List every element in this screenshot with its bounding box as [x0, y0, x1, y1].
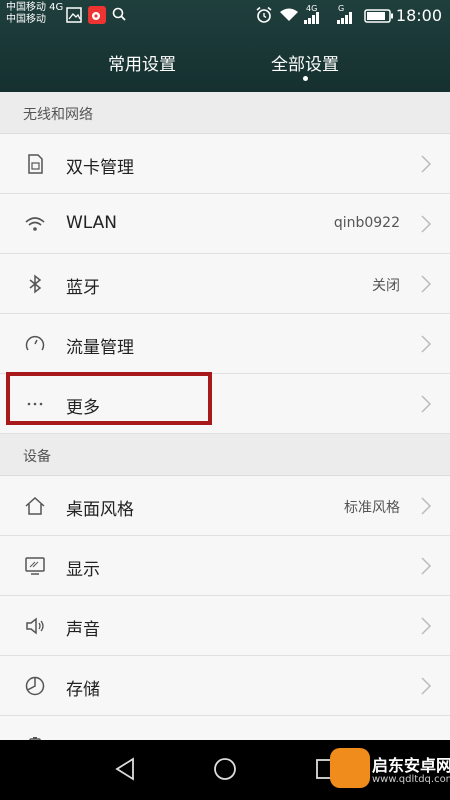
weibo-icon: [88, 6, 106, 24]
watermark-name: 启东安卓网: [372, 756, 450, 775]
row-label: 蓝牙: [66, 278, 100, 298]
tab-common-settings[interactable]: 常用设置: [108, 50, 176, 75]
settings-tabs: 常用设置 全部设置: [0, 44, 450, 84]
search-icon: [112, 7, 126, 21]
battery-icon: [364, 9, 393, 23]
chevron-right-icon: [421, 557, 432, 575]
row-label: WLAN: [66, 213, 118, 233]
sim-card-icon: [28, 154, 43, 174]
chevron-right-icon: [421, 155, 432, 173]
home-button[interactable]: [213, 757, 237, 781]
section-title: 无线和网络: [23, 107, 93, 123]
settings-row-data-usage[interactable]: 流量管理: [0, 314, 450, 374]
row-value: qinb0922: [333, 215, 400, 231]
chevron-right-icon: [421, 215, 432, 233]
settings-row-wlan[interactable]: WLAN qinb0922: [0, 194, 450, 254]
row-label: 双卡管理: [66, 158, 134, 178]
row-value: 标准风格: [344, 500, 400, 516]
gallery-icon: [66, 7, 82, 23]
top-bar: 中国移动 4G 中国移动 4G G 18:00 常用设置 全部设置: [0, 0, 450, 92]
section-header-wireless: 无线和网络: [0, 92, 450, 134]
section-title: 设备: [23, 449, 51, 465]
carrier-2: 中国移动: [6, 14, 46, 25]
chevron-right-icon: [421, 335, 432, 353]
settings-row-home-style[interactable]: 桌面风格 标准风格: [0, 476, 450, 536]
bluetooth-icon: [29, 274, 42, 294]
alarm-icon: [256, 6, 272, 23]
tab-all-settings[interactable]: 全部设置: [271, 50, 339, 75]
settings-row-sound[interactable]: 声音: [0, 596, 450, 656]
signal-1-icon: [304, 12, 319, 24]
chevron-right-icon: [421, 677, 432, 695]
speaker-icon: [26, 617, 44, 635]
chevron-right-icon: [421, 275, 432, 293]
row-label: 声音: [66, 620, 100, 640]
chevron-right-icon: [421, 395, 432, 413]
clock: 18:00: [395, 6, 442, 25]
settings-row-display[interactable]: 显示: [0, 536, 450, 596]
row-label: 显示: [66, 560, 100, 580]
back-button[interactable]: [114, 757, 136, 781]
carrier-info: 中国移动 4G 中国移动: [6, 2, 63, 26]
row-label: 流量管理: [66, 338, 134, 358]
active-tab-indicator: [303, 76, 308, 81]
watermark: 启东安卓网 www.qdltdq.com: [326, 744, 450, 794]
section-header-device: 设备: [0, 434, 450, 476]
signal-2-icon: [337, 12, 352, 24]
row-label: 桌面风格: [66, 500, 134, 520]
wifi-icon: [25, 217, 45, 231]
row-label: 存储: [66, 680, 100, 700]
watermark-logo-icon: [330, 748, 370, 788]
watermark-url: www.qdltdq.com: [372, 774, 450, 785]
wifi-status-icon: [280, 8, 298, 21]
chevron-right-icon: [421, 497, 432, 515]
status-bar: 中国移动 4G 中国移动 4G G 18:00: [0, 0, 450, 32]
home-icon: [25, 496, 45, 515]
display-icon: [25, 557, 45, 575]
settings-row-bluetooth[interactable]: 蓝牙 关闭: [0, 254, 450, 314]
data-usage-icon: [25, 335, 45, 351]
storage-pie-icon: [25, 676, 45, 696]
row-value: 关闭: [372, 278, 400, 294]
settings-row-dual-sim[interactable]: 双卡管理: [0, 134, 450, 194]
chevron-right-icon: [421, 617, 432, 635]
settings-row-storage[interactable]: 存储: [0, 656, 450, 716]
highlight-box: [6, 372, 212, 425]
carrier-1: 中国移动 4G: [6, 2, 64, 13]
